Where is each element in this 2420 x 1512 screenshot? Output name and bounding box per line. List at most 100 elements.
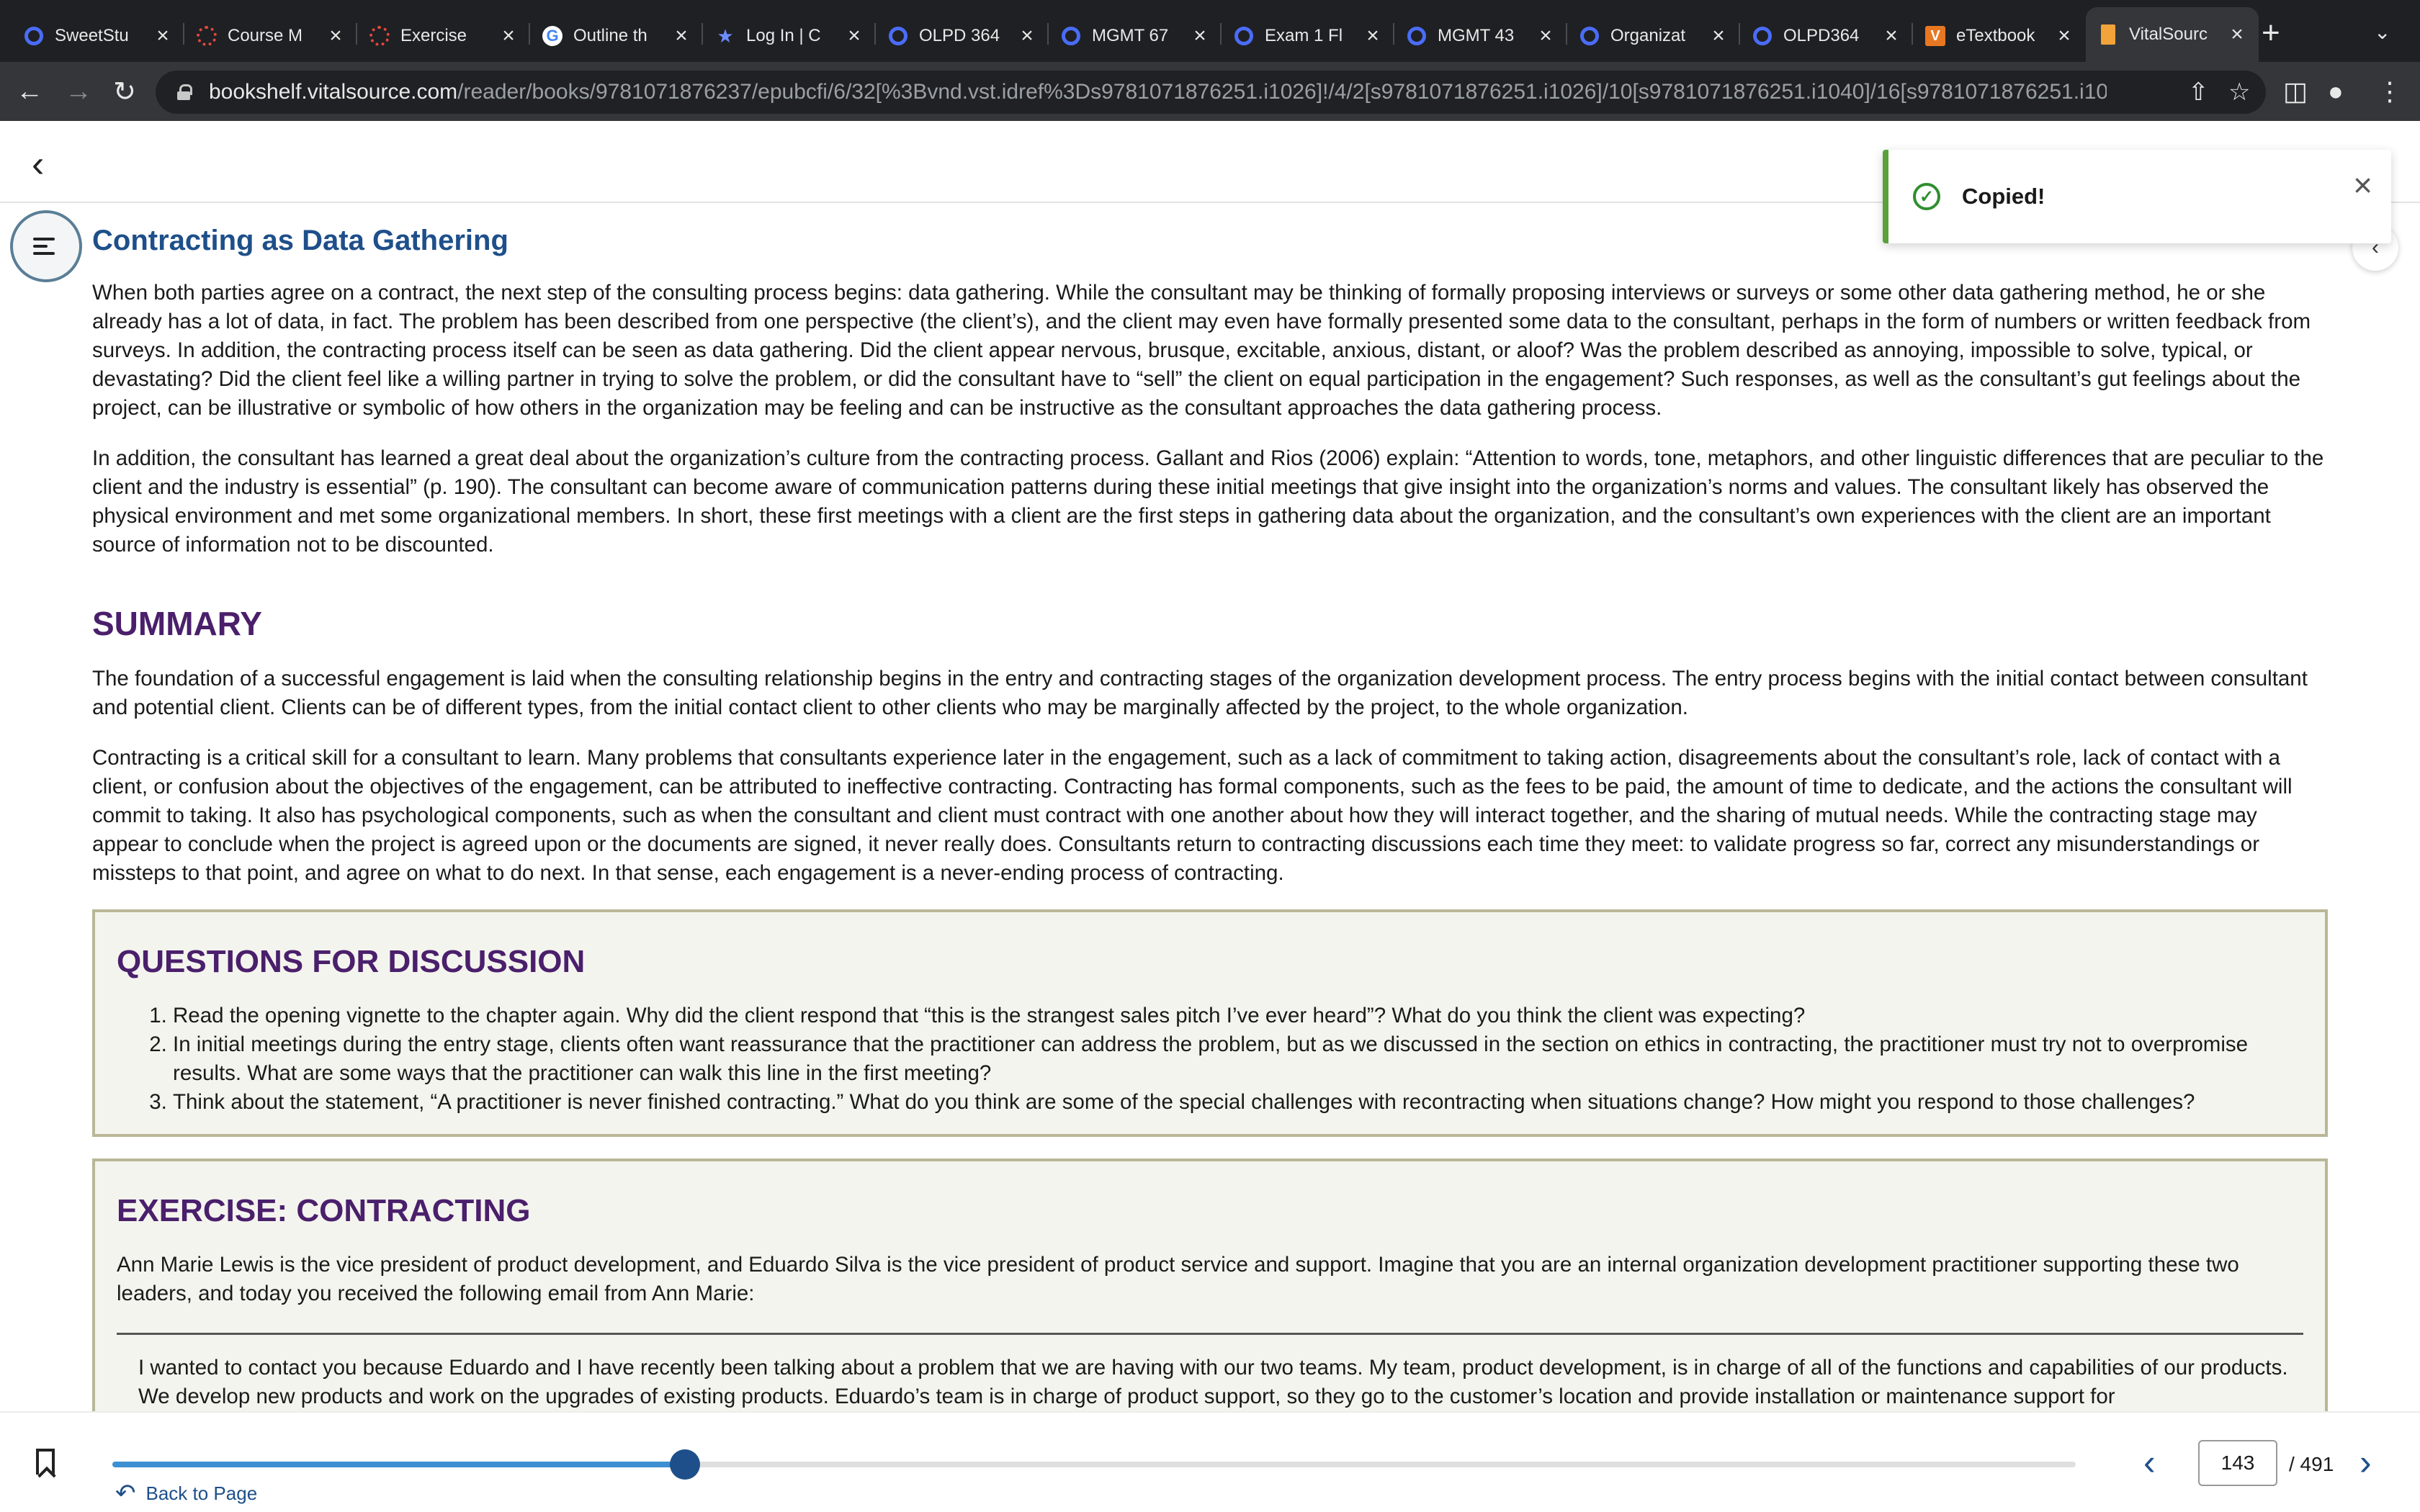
star-icon: ★ xyxy=(717,24,734,47)
toast-message: Copied! xyxy=(1962,184,2045,209)
list-item: In initial meetings during the entry sta… xyxy=(173,1030,2303,1088)
reader-footer: ↶ Back to Page ‹ / 491 › xyxy=(0,1411,2420,1512)
browser-tab[interactable]: VeTextbook × xyxy=(1913,10,2086,62)
divider xyxy=(117,1333,2303,1335)
paragraph: Contracting is a critical skill for a co… xyxy=(92,746,2293,885)
menu-dots-icon[interactable]: ⋮ xyxy=(2377,76,2403,107)
new-tab-button[interactable]: + xyxy=(2262,17,2280,49)
browser-tab[interactable]: Course M × xyxy=(184,10,357,62)
tab-search-chevron-icon[interactable]: ⌄ xyxy=(2374,20,2390,44)
browser-tab[interactable]: OLPD 364 × xyxy=(876,10,1049,62)
tab-title: MGMT 67 xyxy=(1092,26,1169,45)
browser-toolbar: ← → ↻ bookshelf.vitalsource.com /reader/… xyxy=(0,62,2420,121)
close-icon[interactable]: × xyxy=(2353,166,2372,204)
tab-title: Log In | C xyxy=(746,26,821,45)
tab-close-icon[interactable]: × xyxy=(1017,24,1037,48)
side-panel-icon[interactable]: ◫ xyxy=(2283,76,2308,107)
lock-icon xyxy=(177,84,192,100)
browser-tab[interactable]: Exercise × xyxy=(357,10,530,62)
questions-list: Read the opening vignette to the chapter… xyxy=(117,1002,2303,1117)
tab-close-icon[interactable]: × xyxy=(326,24,346,48)
table-of-contents-button[interactable] xyxy=(10,210,82,282)
back-arrow-icon[interactable]: ← xyxy=(10,72,49,111)
share-icon[interactable]: ⇧ xyxy=(2188,78,2209,107)
tab-close-icon[interactable]: × xyxy=(498,24,519,48)
tab-close-icon[interactable]: × xyxy=(1708,24,1729,48)
tab-close-icon[interactable]: × xyxy=(1536,24,1556,48)
ring-icon xyxy=(23,25,45,47)
tab-title: Course M xyxy=(228,26,303,45)
bookmark-star-icon[interactable]: ☆ xyxy=(2228,78,2250,107)
paragraph: In addition, the consultant has learned … xyxy=(92,446,2324,557)
browser-tab[interactable]: Organizat × xyxy=(1567,10,1740,62)
tab-title: eTextbook xyxy=(1956,26,2035,45)
questions-box: QUESTIONS FOR DISCUSSION Read the openin… xyxy=(92,909,2328,1137)
previous-page-chevron-icon[interactable]: ‹ xyxy=(2143,1441,2156,1483)
address-bar[interactable]: bookshelf.vitalsource.com /reader/books/… xyxy=(156,71,2266,114)
ring-icon xyxy=(887,25,909,47)
ring-icon xyxy=(1406,25,1428,47)
progress-fill xyxy=(112,1462,685,1467)
tab-close-icon[interactable]: × xyxy=(1881,24,1901,48)
paragraph: The foundation of a successful engagemen… xyxy=(92,667,2308,719)
tab-title: VitalSourc xyxy=(2129,24,2208,44)
exercise-box: EXERCISE: CONTRACTING Ann Marie Lewis is… xyxy=(92,1158,2328,1411)
ring-icon xyxy=(1233,25,1255,47)
url-domain: bookshelf.vitalsource.com xyxy=(209,80,458,104)
exercise-intro: Ann Marie Lewis is the vice president of… xyxy=(117,1253,2239,1305)
back-to-page-label: Back to Page xyxy=(145,1482,258,1504)
browser-tab[interactable]: MGMT 43 × xyxy=(1394,10,1567,62)
questions-heading: QUESTIONS FOR DISCUSSION xyxy=(117,944,586,979)
email-text: I wanted to contact you because Eduardo … xyxy=(138,1356,2288,1408)
browser-tab[interactable]: OLPD364 × xyxy=(1740,10,1913,62)
page-number-input[interactable] xyxy=(2198,1440,2277,1486)
tab-close-icon[interactable]: × xyxy=(2227,22,2247,47)
browser-tab[interactable]: SweetStu × xyxy=(12,10,184,62)
browser-tab[interactable]: Exam 1 Fl × xyxy=(1222,10,1394,62)
back-to-page-link[interactable]: ↶ Back to Page xyxy=(115,1479,257,1508)
browser-tab[interactable]: G Outline th × xyxy=(530,10,703,62)
tab-title: Exercise xyxy=(400,26,467,45)
dots-icon xyxy=(196,25,218,47)
book-content: Contracting as Data Gathering When both … xyxy=(92,203,2328,1411)
tab-close-icon[interactable]: × xyxy=(153,24,173,48)
browser-tab-strip: SweetStu × Course M × Exercise × G Outline th × ★… xyxy=(0,0,2420,62)
url-path: /reader/books/9781071876237/epubcfi/6/32… xyxy=(457,80,2107,104)
summary-heading: SUMMARY xyxy=(92,605,262,642)
tab-title: SweetStu xyxy=(55,26,129,45)
ring-icon xyxy=(1060,25,1082,47)
list-item: Read the opening vignette to the chapter… xyxy=(173,1002,2303,1030)
tab-close-icon[interactable]: × xyxy=(844,24,864,48)
tab-title: OLPD 364 xyxy=(919,26,1000,45)
reload-icon[interactable]: ↻ xyxy=(105,72,144,111)
menu-icon xyxy=(33,233,59,259)
ring-icon xyxy=(1579,25,1600,47)
exercise-heading: EXERCISE: CONTRACTING xyxy=(117,1193,531,1228)
check-circle-icon: ✓ xyxy=(1913,183,1940,210)
tab-title: Exam 1 Fl xyxy=(1265,26,1343,45)
slider-handle[interactable] xyxy=(670,1449,700,1480)
tab-title: OLPD364 xyxy=(1783,26,1860,45)
tab-close-icon[interactable]: × xyxy=(1363,24,1383,48)
list-item: Think about the statement, “A practition… xyxy=(173,1088,2303,1117)
ring-icon xyxy=(1752,25,1773,47)
paragraph: When both parties agree on a contract, t… xyxy=(92,281,2311,420)
tab-close-icon[interactable]: × xyxy=(2054,24,2074,48)
bookmark-icon[interactable] xyxy=(36,1449,55,1475)
tab-title: Organizat xyxy=(1610,26,1686,45)
book-icon xyxy=(2097,24,2119,45)
browser-tab[interactable]: MGMT 67 × xyxy=(1049,10,1222,62)
tab-close-icon[interactable]: × xyxy=(1190,24,1210,48)
v-icon: V xyxy=(1924,25,1946,47)
page-progress-slider[interactable] xyxy=(112,1449,2076,1480)
forward-arrow-icon[interactable]: → xyxy=(59,72,98,111)
next-page-chevron-icon[interactable]: › xyxy=(2360,1441,2372,1483)
browser-tab[interactable]: VitalSourc × xyxy=(2086,7,2259,62)
tab-close-icon[interactable]: × xyxy=(671,24,691,48)
chevron-left-icon[interactable]: ‹ xyxy=(32,143,44,186)
browser-tab[interactable]: ★ Log In | C × xyxy=(703,10,876,62)
google-icon: G xyxy=(542,25,563,47)
copied-toast: ✓ Copied! × xyxy=(1883,150,2391,243)
tab-title: Outline th xyxy=(573,26,647,45)
profile-icon[interactable]: ● xyxy=(2328,76,2344,107)
